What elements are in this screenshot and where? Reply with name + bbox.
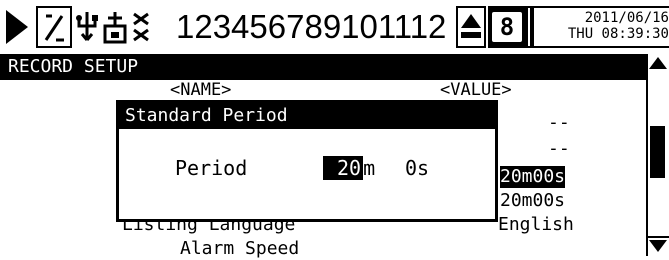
eject-icon[interactable] xyxy=(456,6,486,48)
period-label: Period xyxy=(175,156,248,180)
row-value-3-selected[interactable]: 20m00s xyxy=(500,166,566,188)
time-text: THU 08:39:30 xyxy=(567,26,669,42)
seconds-unit: s xyxy=(417,156,430,180)
row-value-1[interactable]: -- xyxy=(548,112,570,134)
channel-indicators: 123456789101112 xyxy=(176,8,447,45)
column-header-name: <NAME> xyxy=(170,80,232,100)
scroll-down-icon[interactable] xyxy=(649,240,667,252)
date-text: 2011/06/16 xyxy=(584,10,669,26)
row-value-4[interactable]: 20m00s xyxy=(500,190,565,212)
datetime-display: 2011/06/16 THU 08:39:30 xyxy=(526,6,669,48)
minutes-field[interactable]: 20 m xyxy=(323,155,375,181)
dialog-title: Standard Period xyxy=(119,103,495,129)
minutes-unit: m xyxy=(363,156,376,180)
standard-period-dialog: Standard Period Period 20 m 0s xyxy=(116,100,498,222)
page-title: RECORD SETUP xyxy=(0,54,646,80)
usb-icon xyxy=(74,6,100,48)
seconds-value[interactable]: 0 xyxy=(405,156,417,180)
status-bar: 123456789101112 8 2011/06/16 THU 08:39:3… xyxy=(0,0,669,56)
minutes-value[interactable]: 20 xyxy=(323,156,364,180)
scroll-divider xyxy=(646,236,669,238)
sensor-icon xyxy=(130,6,152,48)
scroll-thumb[interactable] xyxy=(650,126,665,178)
network-icon xyxy=(102,6,128,48)
play-icon[interactable] xyxy=(6,10,28,44)
column-header-value: <VALUE> xyxy=(440,80,512,100)
row-value-5[interactable]: English xyxy=(498,214,574,236)
row-name-6[interactable]: Alarm Speed xyxy=(180,238,299,260)
memory-card-icon: 8 xyxy=(488,6,526,48)
seconds-field[interactable]: 0s xyxy=(405,155,429,181)
scroll-up-icon[interactable] xyxy=(649,57,667,69)
row-value-2[interactable]: -- xyxy=(548,138,570,160)
signal-icon xyxy=(36,6,72,48)
